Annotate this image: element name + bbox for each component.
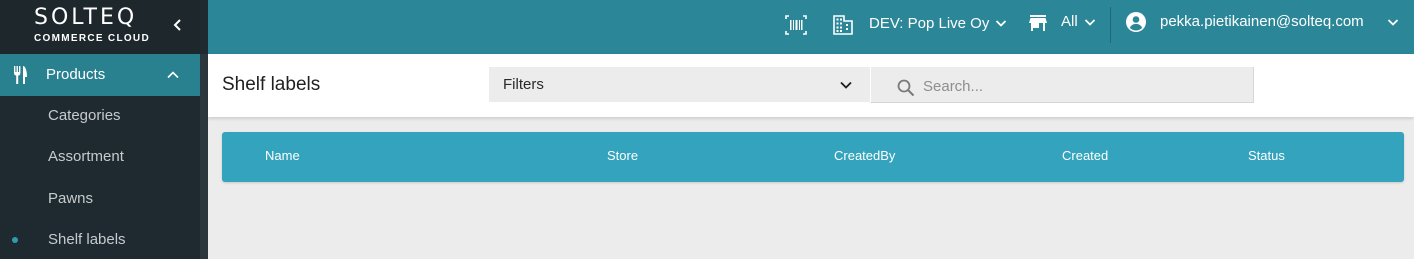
sidebar-item-label: Categories — [48, 107, 121, 124]
cutlery-icon — [14, 66, 27, 84]
sidebar-item-pawns[interactable]: Pawns — [0, 179, 200, 219]
store-label: All — [1061, 13, 1078, 30]
column-header-created[interactable]: Created — [1062, 147, 1108, 165]
page-header: Shelf labels Filters — [208, 54, 1414, 117]
sidebar-item-label: Shelf labels — [48, 231, 126, 248]
sidebar-item-products[interactable]: Products — [0, 54, 200, 96]
company-label: DEV: Pop Live Oy — [869, 15, 990, 32]
sidebar-item-label: Assortment — [48, 148, 124, 165]
account-icon — [1126, 12, 1146, 32]
column-header-status[interactable]: Status — [1248, 147, 1285, 165]
sidebar-item-assortment[interactable]: Assortment — [0, 137, 200, 177]
brand-name: SOLTEQ — [34, 5, 138, 30]
sidebar: SOLTEQ COMMERCE CLOUD Products Categorie… — [0, 0, 208, 259]
sidebar-item-label: Pawns — [48, 190, 94, 207]
building-icon — [833, 15, 853, 35]
active-indicator-dot — [12, 237, 18, 243]
store-icon — [1029, 15, 1047, 31]
chevron-left-icon — [173, 19, 181, 31]
barcode-icon[interactable] — [784, 13, 808, 37]
sidebar-scrollbar[interactable] — [200, 54, 208, 259]
chevron-down-icon — [1084, 19, 1096, 26]
chevron-down-icon — [1387, 19, 1399, 26]
top-bar: DEV: Pop Live Oy All pekka.pietikainen@s… — [208, 0, 1414, 54]
chevron-up-icon — [167, 71, 179, 79]
chevron-down-icon — [995, 20, 1007, 27]
column-header-name[interactable]: Name — [265, 147, 300, 165]
column-header-createdby[interactable]: CreatedBy — [834, 147, 895, 165]
search-box — [870, 67, 1254, 103]
column-header-store[interactable]: Store — [607, 147, 638, 165]
sidebar-item-shelf-labels[interactable]: Shelf labels — [0, 220, 200, 259]
filters-dropdown[interactable]: Filters — [489, 67, 870, 102]
collapse-sidebar-button[interactable] — [168, 14, 188, 36]
chevron-down-icon — [840, 81, 852, 89]
sidebar-item-categories[interactable]: Categories — [0, 96, 200, 136]
brand-subtitle: COMMERCE CLOUD — [34, 33, 150, 44]
sidebar-item-label: Products — [46, 66, 106, 83]
user-email: pekka.pietikainen@solteq.com — [1160, 13, 1364, 30]
filters-label: Filters — [503, 76, 544, 93]
brand-logo: SOLTEQ COMMERCE CLOUD — [0, 0, 200, 54]
topbar-divider — [1110, 7, 1111, 43]
page-title: Shelf labels — [222, 74, 321, 95]
search-input[interactable] — [923, 75, 1233, 97]
search-icon — [897, 79, 915, 97]
table-header: Name Store CreatedBy Created Status — [222, 132, 1404, 182]
